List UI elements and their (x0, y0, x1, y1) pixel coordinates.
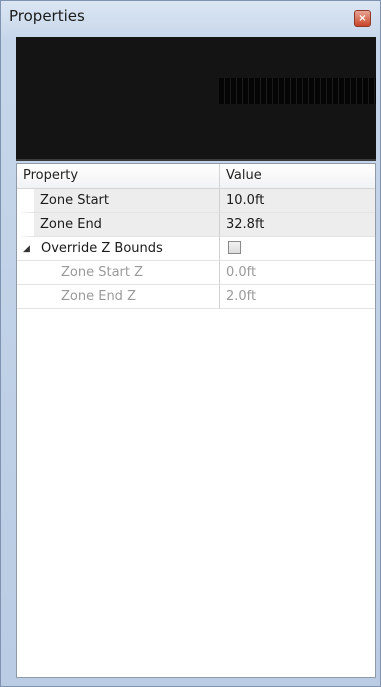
property-label: Override Z Bounds (41, 241, 163, 256)
property-label: Zone Start (17, 189, 220, 213)
close-button[interactable]: × (354, 10, 371, 27)
property-label-cell: ◢ Override Z Bounds (17, 237, 220, 261)
preview-graphic (219, 78, 376, 104)
title-bar[interactable]: Properties × (1, 1, 380, 37)
property-row-zone-end-z[interactable]: Zone End Z 2.0ft (17, 285, 375, 309)
property-label: Zone End Z (17, 285, 220, 309)
property-row-zone-start-z[interactable]: Zone Start Z 0.0ft (17, 261, 375, 285)
preview-pane (16, 37, 376, 161)
property-grid[interactable]: Property Value Zone Start 10.0ft Zone En… (16, 163, 376, 678)
property-row-zone-end[interactable]: Zone End 32.8ft (17, 213, 375, 237)
property-row-override-z-bounds[interactable]: ◢ Override Z Bounds (17, 237, 375, 261)
column-header-value[interactable]: Value (220, 164, 375, 188)
column-header-property[interactable]: Property (17, 164, 220, 188)
properties-window: Properties × Property Value Zone Start 1… (0, 0, 381, 687)
property-row-zone-start[interactable]: Zone Start 10.0ft (17, 189, 375, 213)
window-title: Properties (9, 7, 85, 25)
grid-header: Property Value (17, 164, 375, 189)
property-label: Zone End (17, 213, 220, 237)
property-value[interactable]: 32.8ft (220, 213, 375, 237)
property-label: Zone Start Z (17, 261, 220, 285)
property-value (220, 237, 375, 261)
override-z-bounds-checkbox[interactable] (228, 241, 241, 254)
close-icon: × (358, 13, 367, 24)
collapse-arrow-icon[interactable]: ◢ (23, 237, 35, 261)
property-value[interactable]: 10.0ft (220, 189, 375, 213)
property-value: 0.0ft (220, 261, 375, 285)
property-value: 2.0ft (220, 285, 375, 309)
